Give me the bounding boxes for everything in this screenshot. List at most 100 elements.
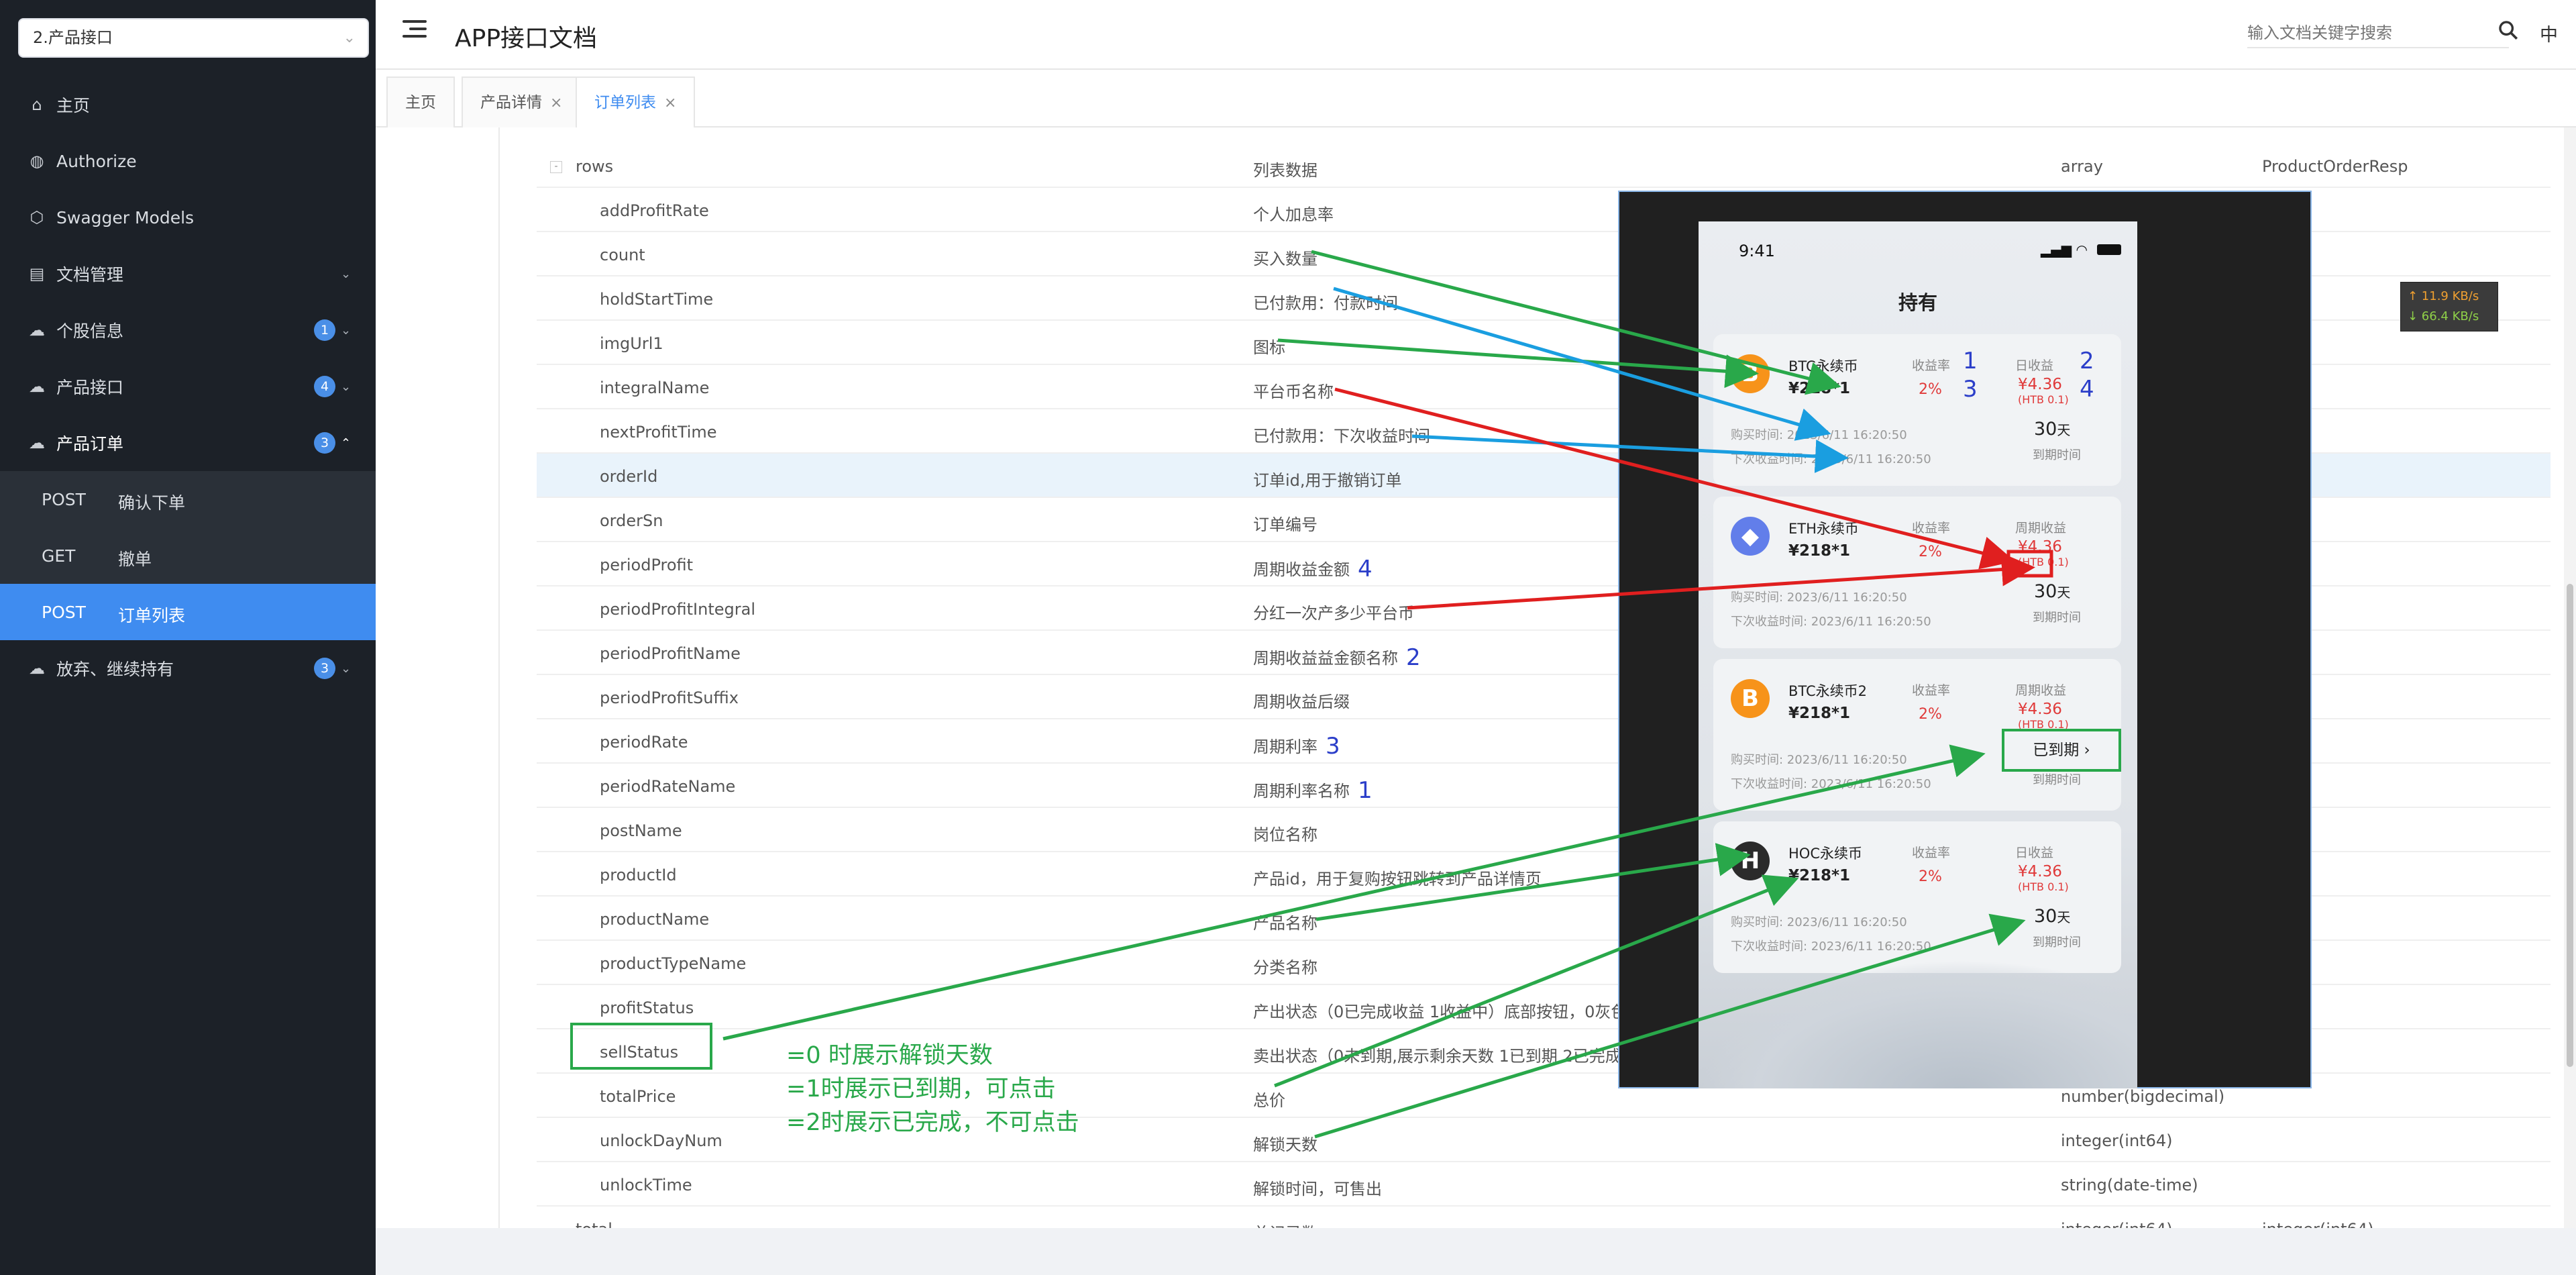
chevron-down-icon: ⌄ bbox=[343, 30, 356, 46]
sidebar-item-label: 文档管理 bbox=[56, 265, 124, 285]
sidebar-item-label: 放弃、继续持有 bbox=[56, 660, 174, 679]
download-speed: ↓ 66.4 KB/s bbox=[2408, 309, 2479, 323]
param-name: nextProfitTime bbox=[600, 423, 717, 442]
sidebar-subitem-confirm-order[interactable]: POST 确认下单 bbox=[0, 471, 376, 527]
days-unit: 天 bbox=[2057, 422, 2071, 438]
days-label: 到期时间 bbox=[2033, 935, 2081, 950]
annotation-number: 2 bbox=[2080, 348, 2094, 374]
tab-home[interactable]: 主页 bbox=[386, 76, 455, 128]
count-badge: 4 bbox=[314, 376, 335, 397]
coin-name: ETH永续币 bbox=[1788, 521, 1859, 537]
sellstatus-highlight-box bbox=[570, 1023, 712, 1070]
param-description-text: 分红一次产多少平台币 bbox=[1253, 604, 1414, 623]
rate-value: 2% bbox=[1919, 868, 1942, 885]
http-method: POST bbox=[42, 490, 86, 509]
tab-label: 主页 bbox=[405, 94, 436, 111]
network-speed-widget: ↑ 11.9 KB/s ↓ 66.4 KB/s bbox=[2400, 282, 2498, 332]
param-description: 买入数量 bbox=[1253, 246, 1318, 269]
coin-name: BTC永续币2 bbox=[1788, 683, 1868, 699]
param-description: 分类名称 bbox=[1253, 954, 1318, 978]
param-name: total bbox=[576, 1220, 612, 1228]
count-badge: 3 bbox=[314, 432, 335, 454]
days-remaining: 30天 bbox=[2034, 581, 2070, 602]
param-description-text: 已付款用：付款时间 bbox=[1253, 294, 1398, 313]
sidebar-item-label: 确认下单 bbox=[118, 493, 186, 513]
param-type: number(bigdecimal) bbox=[2061, 1087, 2225, 1106]
search-icon[interactable] bbox=[2497, 19, 2520, 42]
param-description-text: 平台币名称 bbox=[1253, 382, 1334, 401]
group-select[interactable]: 2.产品接口 ⌄ bbox=[18, 18, 369, 58]
param-description: 已付款用：付款时间 bbox=[1253, 290, 1398, 313]
coin-price: ¥218*1 bbox=[1788, 867, 1851, 884]
param-description-text: 总价 bbox=[1253, 1091, 1285, 1110]
chevron-down-icon: ⌄ bbox=[341, 661, 352, 676]
days-label: 到期时间 bbox=[2033, 448, 2081, 462]
sidebar-item-authorize[interactable]: ◍ Authorize bbox=[0, 133, 376, 189]
param-description-text: 周期利率 bbox=[1253, 737, 1318, 756]
close-icon[interactable]: × bbox=[664, 95, 676, 111]
holding-card[interactable]: B BTC永续币2 ¥218*1 收益率 2% 周期收益 ¥4.36 (HTB … bbox=[1713, 659, 2121, 811]
coin-price: ¥218*1 bbox=[1788, 380, 1851, 397]
collapse-toggle-icon[interactable]: - bbox=[550, 161, 562, 173]
sidebar-subitem-order-list[interactable]: POST 订单列表 bbox=[0, 584, 376, 640]
sidebar-item-swagger-models[interactable]: ⬡ Swagger Models bbox=[0, 189, 376, 246]
http-method: POST bbox=[42, 603, 86, 622]
rate-label: 收益率 bbox=[1912, 846, 1951, 860]
next-profit-time: 下次收益时间: 2023/6/11 16:20:50 bbox=[1731, 777, 1931, 791]
days-remaining: 30天 bbox=[2034, 419, 2070, 440]
menu-fold-icon[interactable] bbox=[402, 20, 427, 44]
param-name: totalPrice bbox=[600, 1087, 676, 1106]
http-method: GET bbox=[42, 546, 76, 566]
holding-card[interactable]: B BTC永续币 ¥218*1 收益率 2% 日收益 ¥4.36 (HTB 0.… bbox=[1713, 334, 2121, 486]
tab-order-list[interactable]: 订单列表 × bbox=[576, 76, 696, 129]
close-icon[interactable]: × bbox=[550, 95, 562, 111]
rate-value: 2% bbox=[1919, 544, 1942, 560]
expired-button[interactable]: 已到期 › bbox=[2002, 729, 2121, 772]
sidebar-item-abandon-hold[interactable]: ☁ 放弃、继续持有 3 ⌄ bbox=[0, 640, 376, 697]
sidebar-item-home[interactable]: ⌂ 主页 bbox=[0, 76, 376, 133]
rate-label: 收益率 bbox=[1912, 358, 1951, 373]
param-description: 解锁时间，可售出 bbox=[1253, 1176, 1382, 1199]
annotation-number: 2 bbox=[1406, 644, 1421, 671]
sidebar-item-stock-info[interactable]: ☁ 个股信息 1 ⌄ bbox=[0, 302, 376, 358]
coin-name: BTC永续币 bbox=[1788, 358, 1858, 374]
language-switch[interactable]: 中 bbox=[2540, 20, 2558, 46]
tab-product-detail[interactable]: 产品详情 × bbox=[462, 76, 582, 128]
holding-card[interactable]: ◆ ETH永续币 ¥218*1 收益率 2% 周期收益 ¥4.36 (HTB 0… bbox=[1713, 497, 2121, 648]
param-description-text: 产品名称 bbox=[1253, 914, 1318, 933]
search-input[interactable] bbox=[2247, 19, 2509, 48]
annotation-number: 3 bbox=[1963, 376, 1978, 403]
param-name: productId bbox=[600, 866, 677, 884]
next-profit-time: 下次收益时间: 2023/6/11 16:20:50 bbox=[1731, 939, 1931, 954]
param-description: 周期收益后缀 bbox=[1253, 688, 1350, 712]
chevron-down-icon: ⌄ bbox=[341, 323, 352, 338]
param-name: orderId bbox=[600, 467, 658, 486]
sidebar-item-label: Swagger Models bbox=[56, 207, 195, 227]
annotation-number: 1 bbox=[1963, 348, 1978, 374]
coin-price: ¥218*1 bbox=[1788, 705, 1851, 722]
next-profit-time: 下次收益时间: 2023/6/11 16:20:50 bbox=[1731, 615, 1931, 629]
param-description-text: 周期利率名称 bbox=[1253, 782, 1350, 801]
holding-card[interactable]: H HOC永续币 ¥218*1 收益率 2% 日收益 ¥4.36 (HTB 0.… bbox=[1713, 821, 2121, 973]
sidebar-item-product-order[interactable]: ☁ 产品订单 3 ⌃ bbox=[0, 415, 376, 471]
days-remaining: 30天 bbox=[2034, 906, 2070, 927]
vertical-scrollbar[interactable] bbox=[2564, 128, 2576, 1228]
param-description: 解锁天数 bbox=[1253, 1131, 1318, 1155]
upload-speed: ↑ 11.9 KB/s bbox=[2408, 289, 2479, 303]
content-gutter bbox=[376, 128, 500, 1228]
sidebar-item-product-api[interactable]: ☁ 产品接口 4 ⌄ bbox=[0, 358, 376, 415]
table-row: - rows 列表数据 array ProductOrderResp bbox=[537, 144, 2551, 188]
sidebar-item-doc-management[interactable]: ▤ 文档管理 ⌄ bbox=[0, 246, 376, 302]
param-name: periodProfitSuffix bbox=[600, 688, 739, 707]
param-description: 分红一次产多少平台币 bbox=[1253, 600, 1414, 623]
scrollbar-thumb[interactable] bbox=[2567, 584, 2573, 1067]
sidebar-subitem-cancel-order[interactable]: GET 撤单 bbox=[0, 527, 376, 584]
tab-label: 订单列表 bbox=[594, 94, 656, 111]
param-name: integralName bbox=[600, 378, 710, 397]
buy-time: 购买时间: 2023/6/11 16:20:50 bbox=[1731, 915, 1907, 929]
param-description-text: 已付款用：下次收益时间 bbox=[1253, 427, 1430, 446]
param-description: 周期收益益金额名称 2 bbox=[1253, 644, 1421, 671]
rate-label: 收益率 bbox=[1912, 683, 1951, 698]
param-name: holdStartTime bbox=[600, 290, 714, 309]
signal-wifi-icon: ▂▄▆ ◠ bbox=[2041, 242, 2088, 258]
